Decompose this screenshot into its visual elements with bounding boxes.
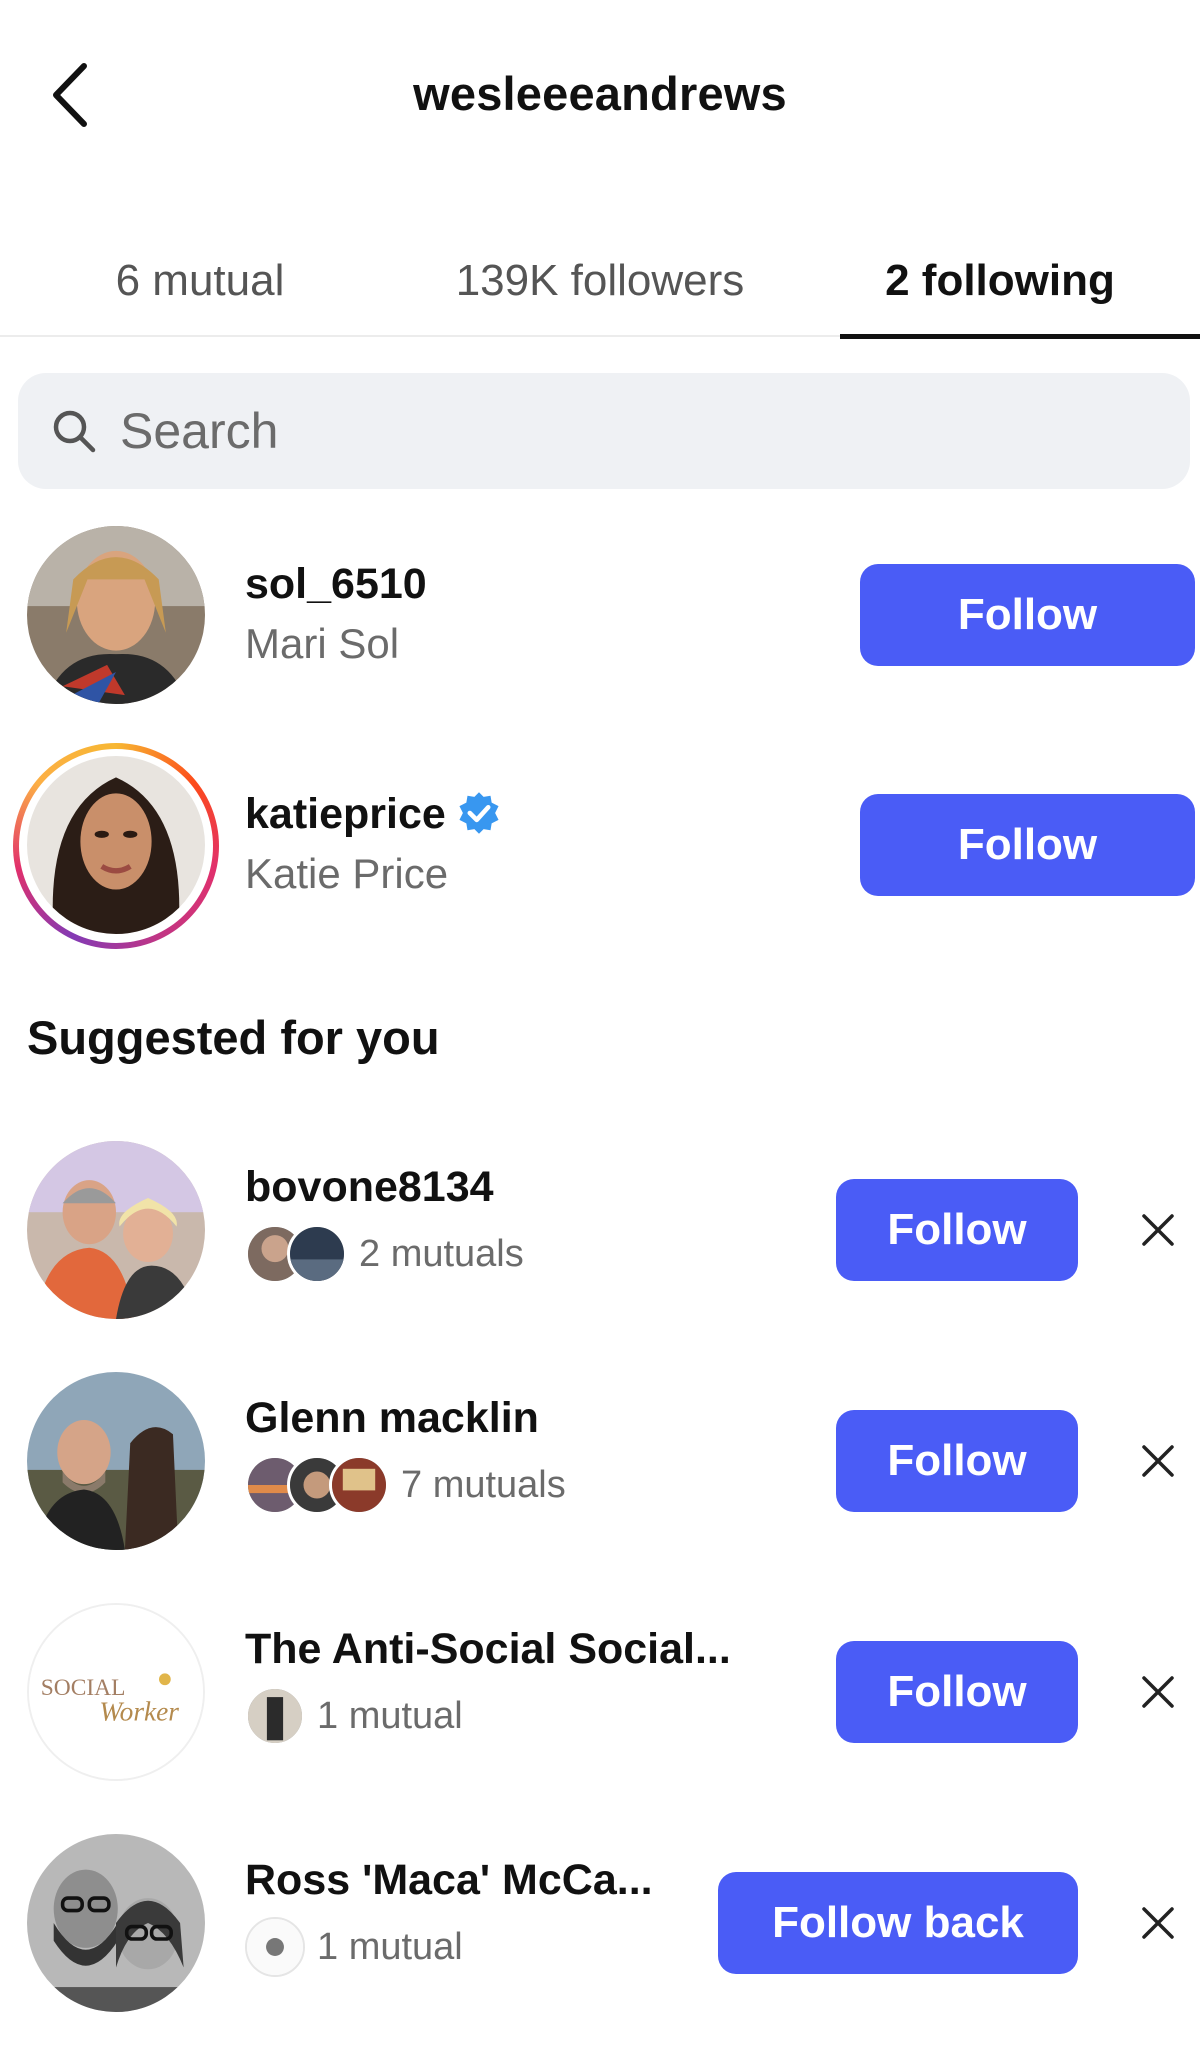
- username: bovone8134: [245, 1163, 494, 1211]
- follow-button[interactable]: Follow: [836, 1641, 1078, 1743]
- list-item[interactable]: SOCIAL Worker The Anti-Social Social... …: [0, 1597, 1200, 1787]
- list-item[interactable]: bovone8134 2 mutuals Follow: [0, 1135, 1200, 1325]
- mutuals-info: 7 mutuals: [245, 1454, 566, 1516]
- full-name: Mari Sol: [245, 620, 400, 667]
- mutual-avatar: [287, 1224, 347, 1284]
- avatar[interactable]: [27, 1834, 205, 2012]
- avatar[interactable]: [27, 1372, 205, 1550]
- avatar[interactable]: SOCIAL Worker: [27, 1603, 205, 1781]
- list-item[interactable]: sol_6510 Mari Sol Follow: [0, 520, 1200, 710]
- dismiss-button[interactable]: [1130, 1664, 1186, 1720]
- mutuals-info: 2 mutuals: [245, 1223, 524, 1285]
- follow-button[interactable]: Follow: [836, 1410, 1078, 1512]
- page-title: wesleeeandrews: [413, 67, 787, 120]
- mutual-count: 1 mutual: [317, 1925, 463, 1968]
- search-input[interactable]: Search: [18, 373, 1190, 489]
- dismiss-button[interactable]: [1130, 1433, 1186, 1489]
- follow-button[interactable]: Follow: [836, 1179, 1078, 1281]
- username: The Anti-Social Social...: [245, 1625, 731, 1673]
- svg-text:Worker: Worker: [99, 1696, 179, 1726]
- tab-followers[interactable]: 139K followers: [400, 225, 800, 337]
- mutual-count: 2 mutuals: [359, 1232, 524, 1275]
- mutual-avatar: [245, 1917, 305, 1977]
- dismiss-button[interactable]: [1130, 1202, 1186, 1258]
- follow-back-button[interactable]: Follow back: [718, 1872, 1078, 1974]
- verified-badge-icon: [459, 791, 499, 834]
- mutual-avatar: [329, 1455, 389, 1515]
- follow-button[interactable]: Follow: [860, 564, 1195, 666]
- top-bar: wesleeeandrews: [0, 0, 1200, 190]
- close-icon: [1142, 1907, 1174, 1939]
- avatar[interactable]: [27, 526, 205, 704]
- username: sol_6510: [245, 560, 427, 608]
- avatar[interactable]: [27, 756, 205, 934]
- search-icon: [53, 410, 96, 453]
- mutual-avatar: [245, 1686, 305, 1746]
- dismiss-button[interactable]: [1130, 1895, 1186, 1951]
- follow-button[interactable]: Follow: [860, 794, 1195, 896]
- avatar[interactable]: [27, 1141, 205, 1319]
- list-item[interactable]: Ross 'Maca' McCa... 1 mutual Follow back: [0, 1828, 1200, 2018]
- tab-following[interactable]: 2 following: [800, 225, 1200, 339]
- search-placeholder: Search: [120, 403, 279, 459]
- mutuals-info: 1 mutual: [245, 1685, 463, 1747]
- tab-mutual[interactable]: 6 mutual: [0, 225, 400, 337]
- mutuals-info: 1 mutual: [245, 1916, 463, 1978]
- full-name: Katie Price: [245, 850, 449, 897]
- brand-logo: SOCIAL Worker: [29, 1605, 203, 1779]
- username: Glenn macklin: [245, 1394, 539, 1442]
- tab-bar: 6 mutual 139K followers 2 following: [0, 225, 1200, 339]
- mutual-count: 1 mutual: [317, 1694, 463, 1737]
- mutual-count: 7 mutuals: [401, 1463, 566, 1506]
- close-icon: [1142, 1445, 1174, 1477]
- username: Ross 'Maca' McCa...: [245, 1856, 653, 1904]
- username: katieprice: [245, 790, 502, 840]
- section-title: Suggested for you: [27, 1011, 440, 1064]
- list-item[interactable]: Glenn macklin 7 mutuals Follow: [0, 1366, 1200, 1556]
- close-icon: [1142, 1676, 1174, 1708]
- close-icon: [1142, 1214, 1174, 1246]
- list-item[interactable]: katieprice Katie Price Follow: [0, 743, 1200, 949]
